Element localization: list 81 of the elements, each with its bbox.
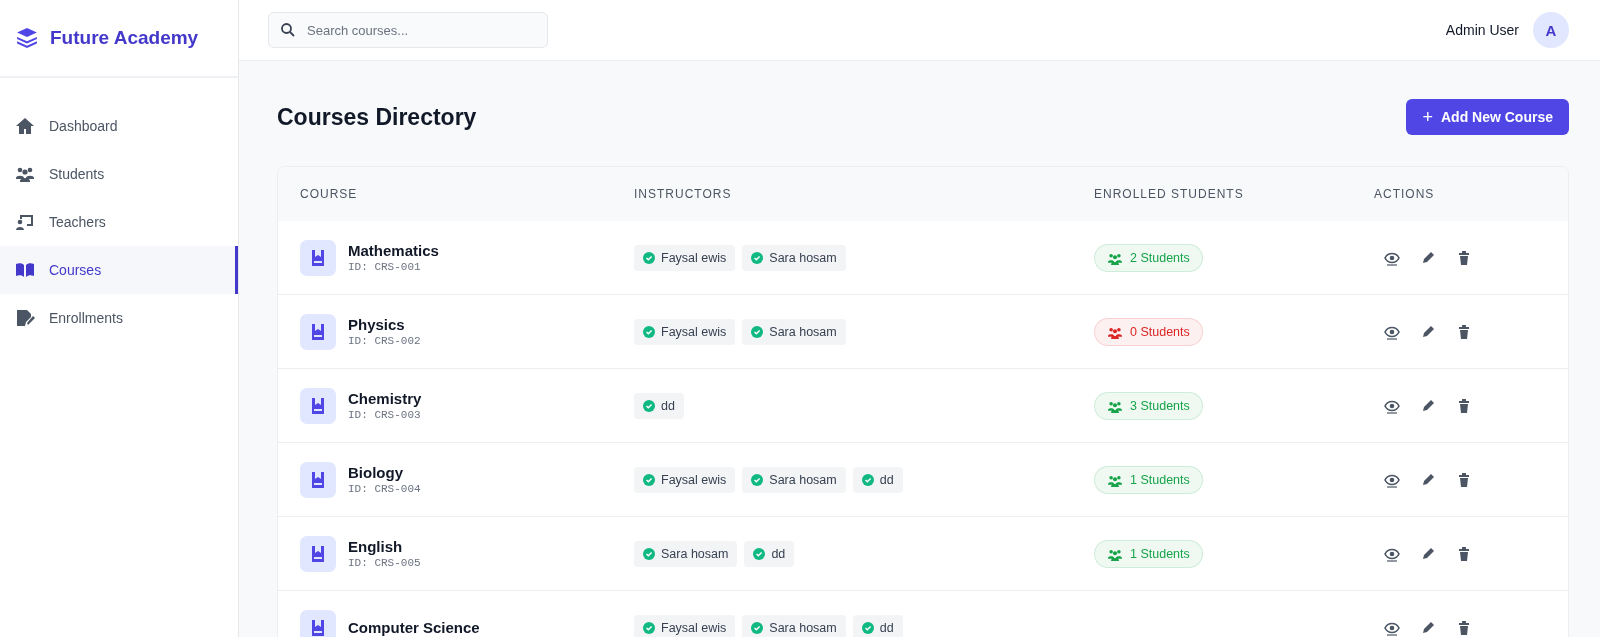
- students-count: 0 Students: [1130, 324, 1190, 339]
- course-id: ID: CRS-001: [348, 261, 422, 273]
- book-icon: [300, 387, 336, 424]
- search-field[interactable]: Search courses...: [268, 12, 548, 48]
- course-name: Physics: [348, 316, 406, 333]
- course-id: ID: CRS-005: [348, 557, 421, 569]
- sidebar-item[interactable]: Dashboard: [0, 102, 238, 150]
- instructor-name: Sara hosam: [661, 546, 729, 561]
- trash-icon: [1456, 397, 1472, 414]
- course-name: Computer Science: [348, 619, 480, 636]
- user-name: Admin User: [1445, 22, 1519, 38]
- course-id: ID: CRS-002: [348, 335, 421, 347]
- brand-name: Future Academy: [50, 27, 199, 49]
- book-icon: [300, 609, 336, 637]
- course-id: ID: CRS-003: [348, 409, 422, 421]
- trash-icon: [1456, 471, 1472, 488]
- sidebar-item[interactable]: Courses: [0, 246, 238, 294]
- instructor-name: Sara hosam: [769, 472, 837, 487]
- students-count: 2 Students: [1130, 250, 1190, 265]
- course-name: Chemistry: [348, 390, 422, 407]
- book-icon: [300, 313, 336, 350]
- instructor-name: Faysal ewis: [661, 472, 727, 487]
- course-id: ID: CRS-004: [348, 483, 421, 495]
- column-header: ACTIONS: [1374, 187, 1436, 201]
- sidebar-item[interactable]: Teachers: [0, 198, 238, 246]
- book-icon: [15, 260, 35, 280]
- instructor-name: dd: [771, 546, 786, 561]
- instructor-name: Faysal ewis: [661, 250, 727, 265]
- pencil-icon: [1420, 397, 1436, 414]
- column-header: INSTRUCTORS: [634, 187, 733, 201]
- instructor-name: Sara hosam: [769, 250, 837, 265]
- students-count: 1 Students: [1130, 472, 1190, 487]
- students-count: 1 Students: [1130, 546, 1190, 561]
- check-circle-icon: [643, 251, 655, 264]
- book-icon: [300, 461, 336, 498]
- students-count: 3 Students: [1130, 398, 1190, 413]
- trash-icon: [1456, 249, 1472, 266]
- check-circle-icon: [751, 473, 764, 486]
- instructor-name: Faysal ewis: [661, 324, 727, 339]
- instructor-name: dd: [661, 398, 675, 413]
- course-name: English: [348, 538, 404, 555]
- instructor-name: dd: [879, 472, 894, 487]
- check-circle-icon: [643, 399, 655, 412]
- teacher-icon: [15, 212, 35, 232]
- trash-icon: [1456, 323, 1472, 340]
- logo-icon: [16, 27, 38, 49]
- check-circle-icon: [753, 547, 766, 560]
- sidebar-item[interactable]: Students: [0, 150, 238, 198]
- pencil-icon: [1420, 619, 1436, 636]
- pencil-icon: [1420, 471, 1436, 488]
- book-icon: [300, 535, 336, 572]
- check-circle-icon: [861, 473, 874, 486]
- instructor-name: dd: [879, 620, 894, 635]
- check-circle-icon: [861, 621, 874, 634]
- signature-icon: [15, 308, 35, 328]
- search-icon: [280, 22, 296, 38]
- pencil-icon: [1420, 545, 1436, 562]
- pencil-icon: [1420, 249, 1436, 266]
- trash-icon: [1456, 619, 1472, 636]
- add-course-button[interactable]: + Add New Course: [1406, 99, 1569, 135]
- course-name: Biology: [348, 464, 404, 481]
- trash-icon: [1456, 545, 1472, 562]
- instructor-name: Sara hosam: [769, 620, 837, 635]
- check-circle-icon: [751, 621, 764, 634]
- check-circle-icon: [751, 251, 764, 264]
- book-icon: [300, 239, 336, 276]
- sidebar-item[interactable]: Enrollments: [0, 294, 238, 342]
- home-icon: [15, 116, 35, 136]
- page-title: Courses Directory: [277, 103, 477, 131]
- avatar[interactable]: A: [1533, 12, 1569, 48]
- check-circle-icon: [751, 325, 764, 338]
- check-circle-icon: [643, 473, 655, 486]
- course-name: Mathematics: [348, 242, 439, 259]
- check-circle-icon: [643, 547, 655, 560]
- instructor-name: Sara hosam: [769, 324, 837, 339]
- column-header: ENROLLED STUDENTS: [1094, 187, 1245, 201]
- pencil-icon: [1420, 323, 1436, 340]
- check-circle-icon: [643, 325, 655, 338]
- column-header: COURSE: [300, 187, 359, 201]
- check-circle-icon: [643, 621, 655, 634]
- instructor-name: Faysal ewis: [661, 620, 727, 635]
